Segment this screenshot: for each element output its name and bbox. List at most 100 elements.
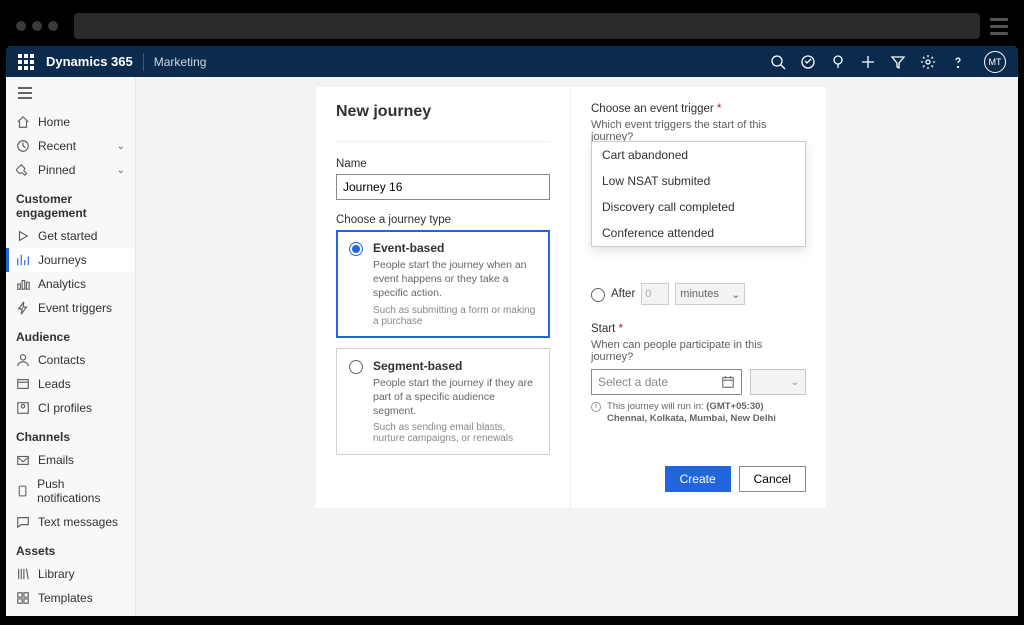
cancel-button[interactable]: Cancel	[739, 466, 806, 492]
help-icon[interactable]	[950, 54, 966, 70]
trigger-option[interactable]: Conference attended	[592, 220, 805, 246]
person-icon	[16, 353, 30, 367]
divider	[143, 53, 144, 71]
nav-label: Contacts	[38, 353, 85, 367]
divider	[336, 141, 550, 142]
chevron-down-icon: ⌄	[117, 141, 125, 152]
sidebar: Home Recent ⌄ Pinned ⌄ Customer engageme…	[6, 77, 136, 616]
nav-label: Emails	[38, 453, 74, 467]
mail-icon	[16, 453, 30, 467]
sidebar-item-get-started[interactable]: Get started	[6, 224, 135, 248]
sidebar-item-analytics[interactable]: Analytics	[6, 272, 135, 296]
main-content: New journey Name Choose a journey type E…	[136, 77, 1018, 616]
sidebar-item-push[interactable]: Push notifications	[6, 472, 135, 510]
sidebar-item-pinned[interactable]: Pinned ⌄	[6, 158, 135, 182]
trigger-option[interactable]: Cart abandoned	[592, 142, 805, 168]
nav-label: Journeys	[38, 253, 87, 267]
analytics-icon	[16, 277, 30, 291]
trigger-label: Choose an event trigger	[591, 103, 806, 115]
trigger-option[interactable]: Low NSAT submited	[592, 168, 805, 194]
template-icon	[16, 591, 30, 605]
nav-label: Home	[38, 115, 70, 129]
nav-label: Push notifications	[37, 477, 125, 505]
avatar[interactable]: MT	[984, 51, 1006, 73]
profile-icon	[16, 401, 30, 415]
radio-icon	[349, 242, 363, 256]
after-label: After	[611, 288, 635, 300]
start-sublabel: When can people participate in this jour…	[591, 339, 806, 363]
sidebar-item-emails[interactable]: Emails	[6, 448, 135, 472]
start-date-input[interactable]: Select a date	[591, 369, 742, 395]
timezone-note: i This journey will run in: (GMT+05:30) …	[591, 401, 806, 426]
name-input[interactable]	[336, 174, 550, 200]
radio-title: Segment-based	[373, 359, 537, 373]
info-icon: i	[591, 402, 601, 412]
nav-section-assets: Assets	[6, 534, 135, 562]
nav-label: Templates	[38, 591, 93, 605]
new-journey-panel: New journey Name Choose a journey type E…	[316, 87, 826, 508]
sidebar-item-contacts[interactable]: Contacts	[6, 348, 135, 372]
url-bar[interactable]	[74, 13, 980, 39]
nav-label: Library	[38, 567, 75, 581]
sidebar-item-journeys[interactable]: Journeys	[6, 248, 135, 272]
filter-icon[interactable]	[890, 54, 906, 70]
chevron-down-icon: ⌄	[731, 288, 740, 301]
sidebar-item-templates[interactable]: Templates	[6, 586, 135, 610]
app-launcher-icon[interactable]	[18, 54, 34, 70]
play-icon	[16, 229, 30, 243]
start-label: Start	[591, 323, 806, 335]
sidebar-item-home[interactable]: Home	[6, 110, 135, 134]
home-icon	[16, 115, 30, 129]
chevron-down-icon: ⌄	[117, 165, 125, 176]
nav-label: Text messages	[38, 515, 118, 529]
calendar-icon	[721, 375, 735, 389]
push-icon	[16, 484, 29, 498]
journey-type-segment-based[interactable]: Segment-based People start the journey i…	[336, 348, 550, 456]
radio-title: Event-based	[373, 241, 537, 255]
chevron-down-icon: ⌄	[791, 377, 799, 388]
search-icon[interactable]	[770, 54, 786, 70]
nav-label: Analytics	[38, 277, 86, 291]
browser-menu-icon[interactable]	[990, 18, 1008, 35]
name-label: Name	[336, 158, 550, 170]
type-label: Choose a journey type	[336, 214, 550, 226]
trigger-option[interactable]: Discovery call completed	[592, 194, 805, 220]
create-button[interactable]: Create	[665, 466, 731, 492]
nav-section-audience: Audience	[6, 320, 135, 348]
plus-icon[interactable]	[860, 54, 876, 70]
sidebar-item-leads[interactable]: Leads	[6, 372, 135, 396]
radio-hint: Such as sending email blasts, nurture ca…	[373, 422, 537, 444]
sidebar-collapse-icon[interactable]	[6, 83, 135, 110]
journey-icon	[16, 253, 30, 267]
nav-section-channels: Channels	[6, 420, 135, 448]
sidebar-item-text[interactable]: Text messages	[6, 510, 135, 534]
sidebar-item-ci-profiles[interactable]: CI profiles	[6, 396, 135, 420]
trigger-sublabel: Which event triggers the start of this j…	[591, 119, 806, 143]
nav-section-engagement: Customer engagement	[6, 182, 135, 224]
window-controls[interactable]	[16, 21, 58, 31]
lightbulb-icon[interactable]	[830, 54, 846, 70]
page-title: New journey	[336, 103, 550, 121]
radio-icon	[591, 288, 605, 302]
after-unit-select[interactable]: minutes⌄	[675, 283, 745, 305]
bolt-icon	[16, 301, 30, 315]
start-time-select[interactable]: ⌄	[750, 369, 806, 395]
library-icon	[16, 567, 30, 581]
sidebar-item-library[interactable]: Library	[6, 562, 135, 586]
sidebar-item-recent[interactable]: Recent ⌄	[6, 134, 135, 158]
target-icon[interactable]	[800, 54, 816, 70]
nav-label: CI profiles	[38, 401, 92, 415]
journey-type-event-based[interactable]: Event-based People start the journey whe…	[336, 230, 550, 338]
after-number-input[interactable]	[641, 283, 669, 305]
pin-icon	[16, 163, 30, 177]
nav-label: Leads	[38, 377, 71, 391]
after-option[interactable]: After minutes⌄	[591, 283, 806, 305]
chat-icon	[16, 515, 30, 529]
date-placeholder: Select a date	[598, 375, 668, 389]
browser-chrome	[6, 6, 1018, 46]
nav-label: Pinned	[38, 163, 75, 177]
sidebar-item-event-triggers[interactable]: Event triggers	[6, 296, 135, 320]
gear-icon[interactable]	[920, 54, 936, 70]
clock-icon	[16, 139, 30, 153]
module-name[interactable]: Marketing	[154, 55, 207, 69]
